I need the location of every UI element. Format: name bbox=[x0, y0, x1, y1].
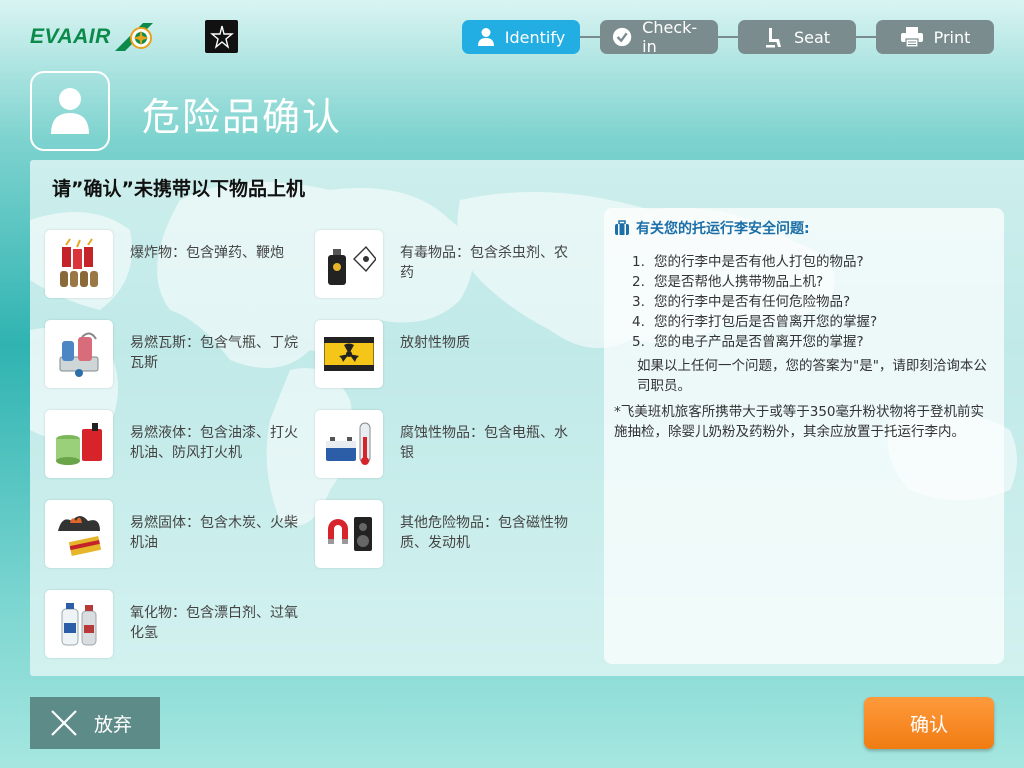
hazard-label: 氧化物：包含漂白剂、过氧化氢 bbox=[130, 605, 298, 641]
confirm-button[interactable]: 确认 bbox=[864, 697, 994, 749]
hazard-item: 有毒物品：包含杀虫剂、农药 bbox=[315, 230, 575, 300]
question-item: 1. 您的行李中是否有他人打包的物品? bbox=[632, 254, 864, 270]
question-item: 3. 您的行李中是否有任何危险物品? bbox=[632, 294, 851, 310]
check-circle-icon bbox=[612, 27, 632, 47]
step-connector bbox=[854, 36, 878, 38]
gas-canister-icon bbox=[45, 320, 113, 388]
firecracker-icon bbox=[45, 230, 113, 298]
charcoal-matches-icon bbox=[45, 500, 113, 568]
magnet-icon bbox=[315, 500, 383, 568]
cancel-button[interactable]: 放弃 bbox=[30, 697, 160, 749]
logo-emblem-icon bbox=[114, 23, 153, 51]
hazard-item: 易燃液体：包含油漆、打火机油、防风打火机 bbox=[45, 410, 305, 480]
question-item: 2. 您是否帮他人携带物品上机? bbox=[632, 274, 824, 290]
eva-air-logo: EVAAIR bbox=[30, 20, 155, 54]
hazard-label: 腐蚀性物品：包含电瓶、水银 bbox=[400, 425, 568, 461]
printer-icon bbox=[900, 27, 923, 48]
baggage-security-info: 有关您的托运行李安全问题: 1. 您的行李中是否有他人打包的物品? 2. 您是否帮他… bbox=[604, 208, 1004, 664]
hazard-label: 有毒物品：包含杀虫剂、农药 bbox=[400, 245, 568, 281]
confirm-label: 确认 bbox=[909, 713, 948, 736]
luggage-icon bbox=[615, 220, 629, 235]
radioactive-icon bbox=[315, 320, 383, 388]
hazard-label: 爆炸物：包含弹药、鞭炮 bbox=[130, 245, 284, 261]
checkin-steps: Identify Check-in Seat Print bbox=[462, 18, 994, 56]
info-footnote: *飞美班机旅客所携带大于或等于350毫升粉状物将于登机前实施抽检，除婴儿奶粉及药… bbox=[614, 404, 985, 440]
info-note: 如果以上任何一个问题，您的答案为"是"，请即刻洽询本公司职员。 bbox=[637, 358, 987, 394]
step-label: Check-in bbox=[642, 18, 698, 56]
step-label: Identify bbox=[504, 27, 566, 47]
cancel-label: 放弃 bbox=[94, 713, 133, 736]
close-icon bbox=[51, 710, 77, 736]
seat-icon bbox=[765, 28, 781, 48]
step-connector bbox=[578, 36, 602, 38]
star-alliance-logo bbox=[205, 20, 238, 53]
battery-thermometer-icon bbox=[315, 410, 383, 478]
question-item: 5. 您的电子产品是否曾离开您的掌握? bbox=[632, 334, 864, 350]
hazard-item: 放射性物质 bbox=[315, 320, 575, 390]
panel-heading: 请”确认”未携带以下物品上机 bbox=[52, 178, 305, 200]
user-avatar-icon bbox=[30, 71, 110, 151]
hazard-item: 爆炸物：包含弹药、鞭炮 bbox=[45, 230, 305, 300]
step-connector bbox=[716, 36, 740, 38]
hazard-label: 易燃瓦斯：包含气瓶、丁烷瓦斯 bbox=[130, 335, 298, 371]
step-label: Print bbox=[933, 27, 971, 47]
bleach-icon bbox=[45, 590, 113, 658]
star-alliance-icon bbox=[209, 25, 234, 49]
hazard-item: 氧化物：包含漂白剂、过氧化氢 bbox=[45, 590, 305, 660]
step-checkin: Check-in bbox=[600, 18, 718, 56]
hazard-item: 易燃瓦斯：包含气瓶、丁烷瓦斯 bbox=[45, 320, 305, 390]
hazard-label: 放射性物质 bbox=[400, 335, 470, 351]
step-print: Print bbox=[876, 20, 994, 54]
security-questions: 1. 您的行李中是否有他人打包的物品? 2. 您是否帮他人携带物品上机? 3. 您的行… bbox=[632, 252, 994, 352]
logo-text: EVAAIR bbox=[30, 25, 111, 48]
hazard-item: 其他危险物品：包含磁性物质、发动机 bbox=[315, 500, 575, 570]
hazard-item: 腐蚀性物品：包含电瓶、水银 bbox=[315, 410, 575, 480]
page-title: 危险品确认 bbox=[142, 95, 343, 139]
person-icon bbox=[477, 28, 494, 46]
hazard-item: 易燃固体：包含木炭、火柴机油 bbox=[45, 500, 305, 570]
step-label: Seat bbox=[793, 27, 831, 47]
person-icon bbox=[51, 88, 89, 134]
step-seat: Seat bbox=[738, 20, 856, 54]
info-title: 有关您的托运行李安全问题: bbox=[636, 221, 810, 237]
question-item: 4. 您的行李打包后是否曾离开您的掌握? bbox=[632, 314, 878, 330]
hazard-label: 其他危险物品：包含磁性物质、发动机 bbox=[400, 515, 568, 551]
flammable-liquid-icon bbox=[45, 410, 113, 478]
hazard-label: 易燃液体：包含油漆、打火机油、防风打火机 bbox=[130, 425, 298, 461]
step-identify: Identify bbox=[462, 20, 580, 54]
content-panel: 请”确认”未携带以下物品上机 爆炸物：包含弹药、鞭炮 易燃瓦斯：包含气瓶、丁烷瓦… bbox=[30, 160, 1024, 676]
poison-icon bbox=[315, 230, 383, 298]
hazard-label: 易燃固体：包含木炭、火柴机油 bbox=[130, 515, 298, 551]
info-heading: 有关您的托运行李安全问题: bbox=[614, 218, 994, 238]
